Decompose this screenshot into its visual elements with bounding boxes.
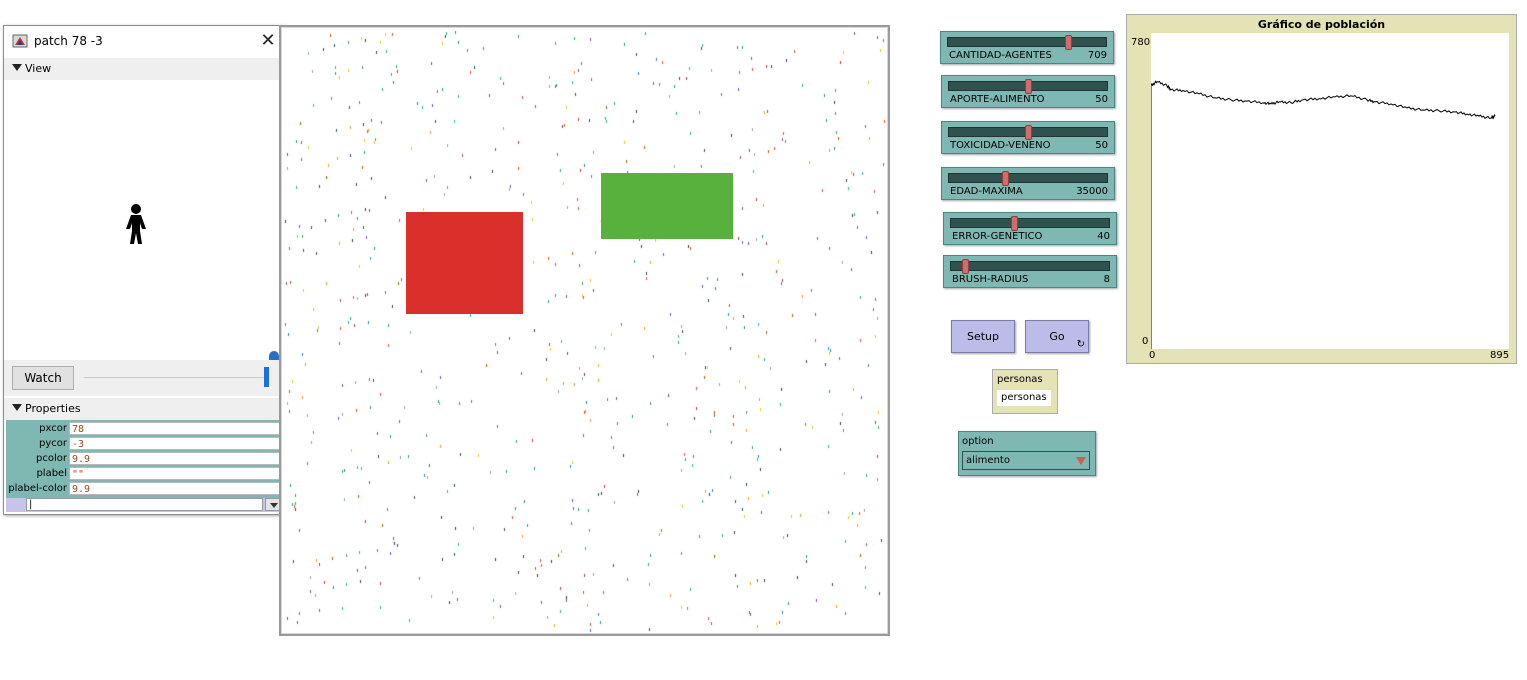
slider-thumb[interactable] (962, 259, 970, 274)
slider-label: TOXICIDAD-VENENO (950, 140, 1051, 151)
inspector-view-area (4, 80, 285, 361)
red-patch-area (406, 212, 523, 314)
plot-svg (1150, 80, 1496, 349)
forever-loop-icon: ↻ (1076, 339, 1085, 350)
property-value-field[interactable]: "" (69, 467, 280, 480)
collapse-triangle-icon (12, 404, 22, 411)
slider-thumb[interactable] (1011, 216, 1019, 231)
slider-thumb[interactable] (1064, 35, 1072, 50)
netlogo-app-icon (12, 34, 28, 48)
command-input[interactable]: | (26, 498, 263, 511)
property-row: plabel "" (6, 467, 283, 482)
slider-error-genetico[interactable]: ERROR-GENETICO 40 (943, 212, 1117, 245)
plot-x-max-label: 895 (1490, 350, 1510, 361)
monitor-label: personas (997, 374, 1043, 385)
slider-label: ERROR-GENETICO (952, 231, 1043, 242)
view-section-label: View (25, 62, 52, 75)
slider-thumb[interactable] (1001, 171, 1009, 186)
properties-section-header[interactable]: Properties (4, 398, 285, 420)
zoom-slider-thumb[interactable] (264, 367, 269, 387)
chooser-label: option (962, 436, 994, 447)
inspector-title: patch 78 -3 (34, 34, 103, 48)
green-patch-area (601, 173, 733, 239)
command-row: | (6, 498, 283, 512)
property-key: pxcor (39, 423, 67, 434)
property-value-field[interactable]: -3 (69, 437, 280, 450)
slider-value: 40 (1097, 231, 1110, 242)
slider-toxicidad-veneno[interactable]: TOXICIDAD-VENENO 50 (941, 121, 1115, 154)
property-key: plabel-color (8, 483, 67, 494)
slider-track[interactable] (950, 218, 1110, 228)
population-series-line (1150, 80, 1496, 349)
slider-track[interactable] (947, 37, 1107, 47)
inspector-title-bar[interactable]: patch 78 -3 ✕ (4, 26, 285, 56)
personas-monitor: personas personas (992, 369, 1058, 414)
monitor-value: personas (997, 390, 1051, 406)
patch-inspector-window: patch 78 -3 ✕ View Watch Properties pxco… (3, 25, 286, 515)
property-key: plabel (36, 468, 67, 479)
slider-label: CANTIDAD-AGENTES (949, 50, 1052, 61)
property-row: pxcor 78 (6, 422, 283, 437)
slider-value: 35000 (1076, 186, 1108, 197)
slider-value: 8 (1103, 274, 1110, 285)
dropdown-arrow-icon[interactable] (1076, 457, 1086, 465)
world-view[interactable] (279, 25, 890, 636)
plot-x-min-label: 0 (1149, 350, 1156, 361)
property-value-field[interactable]: 9.9 (69, 482, 280, 495)
slider-brush-radius[interactable]: BRUSH-RADIUS 8 (943, 255, 1117, 288)
go-button[interactable]: Go ↻ (1025, 320, 1089, 353)
slider-value: 50 (1095, 140, 1108, 151)
slider-thumb[interactable] (1024, 79, 1032, 94)
plot-area (1150, 33, 1509, 349)
property-key: pcolor (36, 453, 67, 464)
slider-track[interactable] (948, 173, 1108, 183)
agents-canvas (281, 27, 888, 634)
slider-thumb[interactable] (1024, 125, 1032, 140)
property-key: pycor (39, 438, 67, 449)
chooser-selected-value[interactable]: alimento (962, 451, 1090, 470)
properties-table: pxcor 78 pycor -3 pcolor 9.9 plabel "" p… (6, 420, 283, 502)
slider-cantidad-agentes[interactable]: CANTIDAD-AGENTES 709 (940, 31, 1114, 64)
setup-button[interactable]: Setup (951, 320, 1015, 353)
properties-section-label: Properties (25, 402, 81, 415)
close-icon[interactable]: ✕ (257, 30, 279, 52)
plot-title: Gráfico de población (1257, 18, 1386, 31)
plot-y-min-label: 0 (1142, 336, 1149, 347)
plot-y-max-label: 780 (1131, 37, 1151, 48)
slider-value: 50 (1095, 94, 1108, 105)
slider-label: EDAD-MAXIMA (950, 186, 1023, 197)
property-row: pcolor 9.9 (6, 452, 283, 467)
watch-row: Watch (4, 360, 285, 396)
slider-value: 709 (1087, 50, 1107, 61)
population-plot: Gráfico de población 780 0 0 895 (1126, 14, 1517, 364)
view-section-header[interactable]: View (4, 58, 285, 80)
slider-edad-maxima[interactable]: EDAD-MAXIMA 35000 (941, 167, 1115, 200)
setup-button-label: Setup (966, 330, 1000, 343)
zoom-slider-track[interactable] (84, 377, 266, 378)
watch-button[interactable]: Watch (12, 366, 74, 390)
slider-aporte-alimento[interactable]: APORTE-ALIMENTO 50 (941, 75, 1115, 108)
slider-label: BRUSH-RADIUS (952, 274, 1029, 285)
property-row: pycor -3 (6, 437, 283, 452)
go-button-label: Go (1049, 330, 1065, 343)
slider-label: APORTE-ALIMENTO (950, 94, 1045, 105)
slider-track[interactable] (950, 261, 1110, 271)
collapse-triangle-icon (12, 64, 22, 71)
property-value-field[interactable]: 9.9 (69, 452, 280, 465)
option-chooser[interactable]: option alimento (958, 431, 1096, 476)
property-value-field[interactable]: 78 (69, 422, 280, 435)
person-icon (126, 204, 146, 244)
property-row: plabel-color 9.9 (6, 482, 283, 497)
